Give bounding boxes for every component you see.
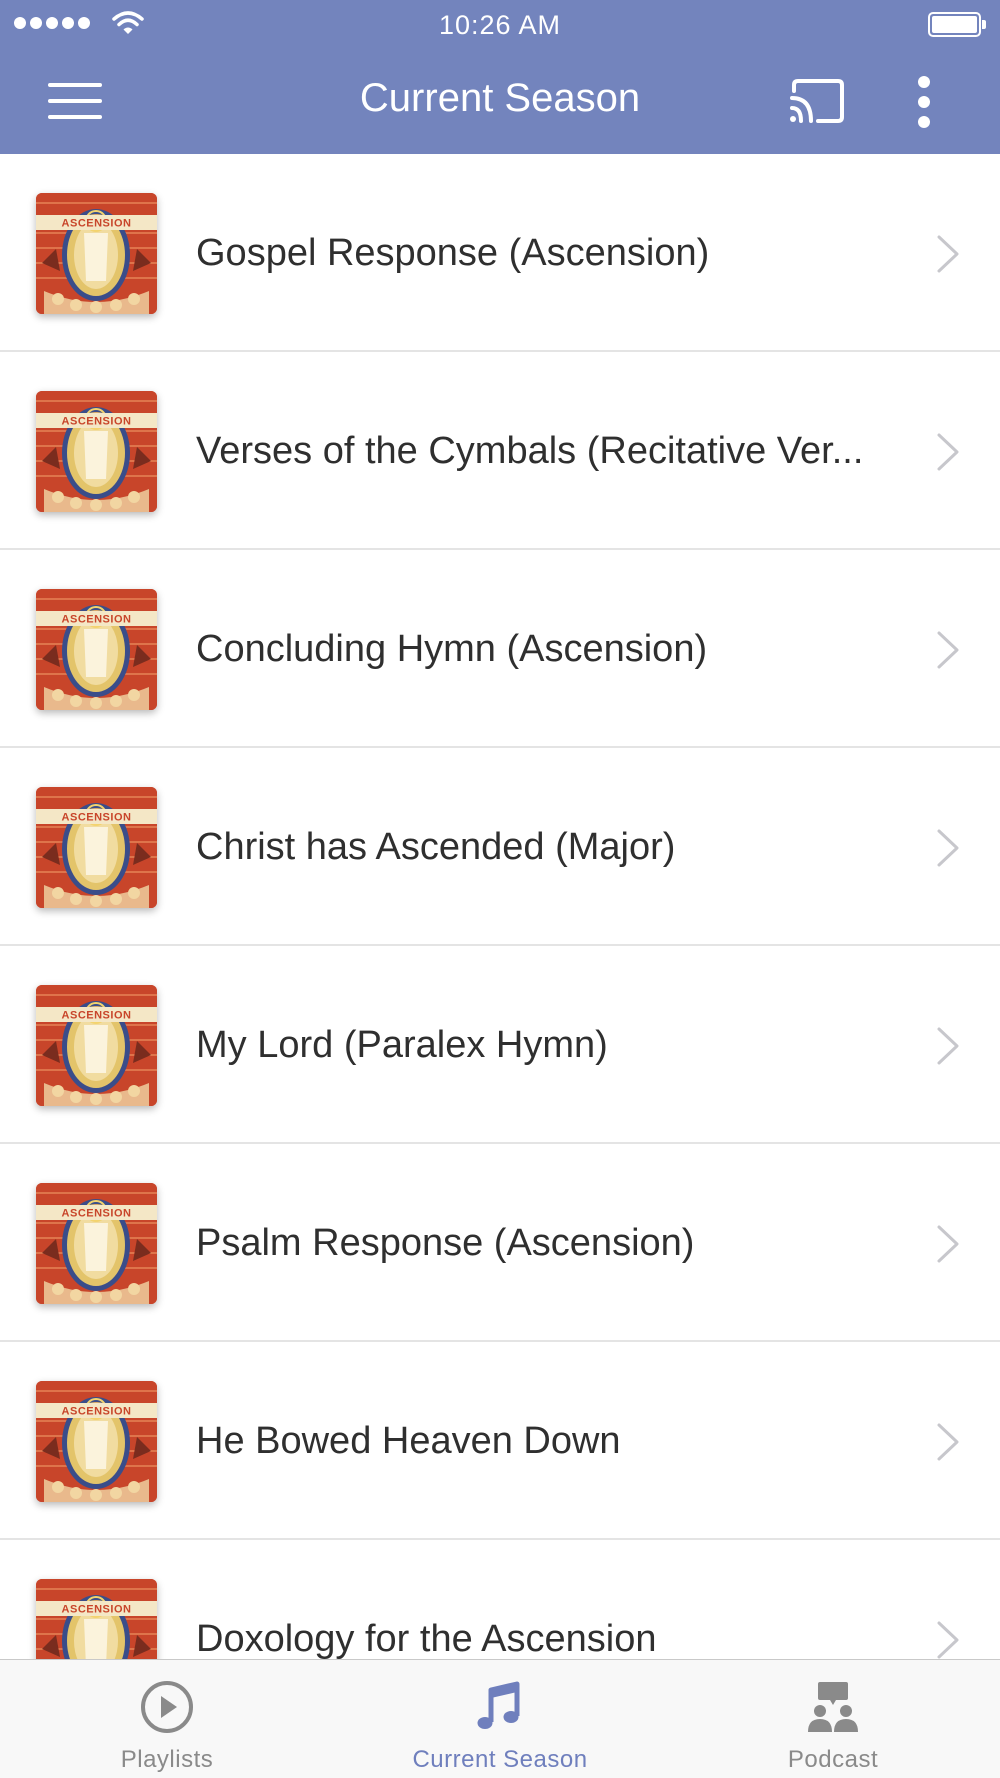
people-board-icon — [808, 1682, 858, 1732]
status-time: 10:26 AM — [438, 10, 562, 40]
list-item-title: Gospel Response (Ascension) — [196, 232, 710, 274]
page-title: Current Season — [359, 76, 641, 120]
chevron-right-icon — [937, 433, 959, 471]
thumbnail-label: ASCENSION — [62, 614, 132, 626]
thumbnail-label: ASCENSION — [62, 1406, 132, 1418]
album-art-thumbnail: ASCENSION — [36, 787, 157, 908]
battery-icon — [928, 12, 986, 37]
tab-playlists[interactable]: Playlists — [0, 1660, 334, 1778]
thumbnail-label: ASCENSION — [62, 218, 132, 230]
chevron-right-icon — [937, 829, 959, 867]
list-item-title: Verses of the Cymbals (Recitative Ver... — [196, 430, 864, 472]
tab-bar: Playlists Current Season Podcast — [0, 1659, 1000, 1778]
list-item-title: My Lord (Paralex Hymn) — [196, 1024, 608, 1066]
list-item-title: Doxology for the Ascension — [196, 1618, 657, 1659]
list-item[interactable]: ASCENSION Christ has Ascended (Major) — [0, 748, 1000, 946]
song-list: ASCENSION Gospel Response (Ascension) AS… — [0, 154, 1000, 1659]
list-item-title: He Bowed Heaven Down — [196, 1420, 621, 1462]
play-circle-icon — [141, 1681, 193, 1733]
thumbnail-label: ASCENSION — [62, 416, 132, 428]
album-art-thumbnail: ASCENSION — [36, 985, 157, 1106]
album-art-thumbnail: ASCENSION — [36, 1381, 157, 1502]
album-art-thumbnail: ASCENSION — [36, 1183, 157, 1304]
status-bar: 10:26 AM — [0, 0, 1000, 50]
album-art-thumbnail: ASCENSION — [36, 589, 157, 710]
tab-current-season-label: Current Season — [412, 1746, 588, 1773]
chevron-right-icon — [937, 1027, 959, 1065]
album-art-thumbnail: ASCENSION — [36, 391, 157, 512]
album-art-thumbnail: ASCENSION — [36, 193, 157, 314]
list-item[interactable]: ASCENSION My Lord (Paralex Hymn) — [0, 946, 1000, 1144]
list-item-title: Psalm Response (Ascension) — [196, 1222, 695, 1264]
app-header: 10:26 AM Current Season — [0, 0, 1000, 154]
list-item[interactable]: ASCENSION Verses of the Cymbals (Recitat… — [0, 352, 1000, 550]
music-note-icon — [477, 1681, 520, 1729]
more-vertical-icon[interactable] — [912, 76, 936, 128]
list-item[interactable]: ASCENSION Psalm Response (Ascension) — [0, 1144, 1000, 1342]
tab-current-season[interactable]: Current Season — [333, 1660, 667, 1778]
list-item[interactable]: ASCENSION He Bowed Heaven Down — [0, 1342, 1000, 1540]
chevron-right-icon — [937, 235, 959, 273]
list-item-title: Christ has Ascended (Major) — [196, 826, 676, 868]
tab-podcast[interactable]: Podcast — [666, 1660, 1000, 1778]
chevron-right-icon — [937, 1225, 959, 1263]
list-item-title: Concluding Hymn (Ascension) — [196, 628, 708, 670]
album-art-thumbnail: ASCENSION — [36, 1579, 157, 1659]
tab-podcast-label: Podcast — [787, 1746, 879, 1773]
thumbnail-label: ASCENSION — [62, 1208, 132, 1220]
list-item[interactable]: ASCENSION Doxology for the Ascension — [0, 1540, 1000, 1659]
thumbnail-label: ASCENSION — [62, 1010, 132, 1022]
tab-playlists-label: Playlists — [120, 1746, 214, 1773]
thumbnail-label: ASCENSION — [62, 812, 132, 824]
nav-bar: Current Season — [0, 50, 1000, 154]
chevron-right-icon — [937, 1621, 959, 1659]
list-item[interactable]: ASCENSION Gospel Response (Ascension) — [0, 154, 1000, 352]
cast-icon[interactable] — [788, 77, 846, 125]
thumbnail-label: ASCENSION — [62, 1604, 132, 1616]
chevron-right-icon — [937, 1423, 959, 1461]
chevron-right-icon — [937, 631, 959, 669]
list-item[interactable]: ASCENSION Concluding Hymn (Ascension) — [0, 550, 1000, 748]
